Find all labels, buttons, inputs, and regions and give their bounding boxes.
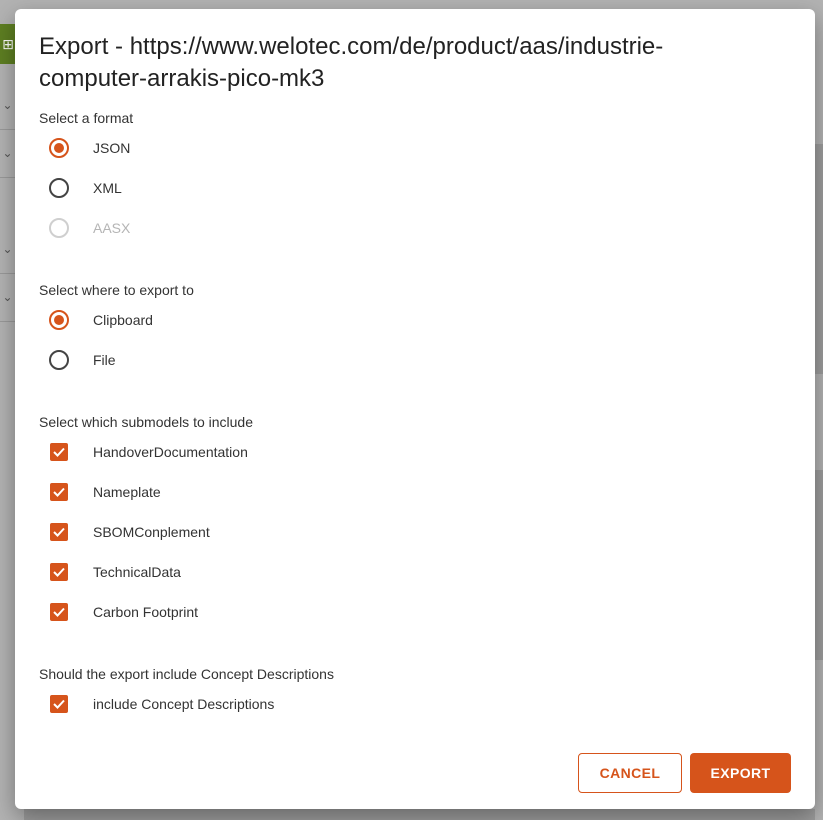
destination-option-label: File (93, 352, 116, 368)
destination-option-clipboard[interactable]: Clipboard (39, 300, 153, 340)
destination-option-file[interactable]: File (39, 340, 116, 380)
include-concepts-label: include Concept Descriptions (93, 696, 275, 712)
format-section-label: Select a format (39, 110, 134, 126)
checkbox[interactable] (50, 523, 68, 541)
submodel-option[interactable]: SBOMConplement (39, 512, 210, 552)
submodel-label: SBOMConplement (93, 524, 210, 540)
export-button[interactable]: EXPORT (690, 753, 791, 793)
radio-button[interactable] (49, 350, 69, 370)
radio-button[interactable] (49, 178, 69, 198)
submodel-option[interactable]: TechnicalData (39, 552, 181, 592)
submodel-option[interactable]: Carbon Footprint (39, 592, 198, 632)
check-icon (53, 527, 65, 537)
destination-option-label: Clipboard (93, 312, 153, 328)
check-icon (53, 567, 65, 577)
check-icon (53, 699, 65, 709)
submodels-section-label: Select which submodels to include (39, 414, 254, 430)
submodel-label: TechnicalData (93, 564, 181, 580)
checkbox[interactable] (50, 443, 68, 461)
background-footer (24, 809, 815, 820)
concepts-section-label: Should the export include Concept Descri… (39, 666, 334, 682)
submodel-label: HandoverDocumentation (93, 444, 248, 460)
format-option-xml[interactable]: XML (39, 168, 122, 208)
format-option-label: XML (93, 180, 122, 196)
check-icon (53, 607, 65, 617)
submodel-option[interactable]: HandoverDocumentation (39, 432, 248, 472)
destination-section-label: Select where to export to (39, 282, 194, 298)
chevron-down-icon: ⌄ (0, 226, 15, 274)
format-option-json[interactable]: JSON (39, 128, 130, 168)
submodel-label: Carbon Footprint (93, 604, 199, 620)
cancel-button[interactable]: CANCEL (578, 753, 682, 793)
submodel-label: Nameplate (93, 484, 161, 500)
background-panel (815, 470, 823, 660)
format-option-aasx: AASX (39, 208, 130, 248)
include-concepts-option[interactable]: include Concept Descriptions (39, 684, 274, 724)
check-icon (53, 447, 65, 457)
checkbox[interactable] (50, 483, 68, 501)
submodel-option[interactable]: Nameplate (39, 472, 161, 512)
checkbox[interactable] (50, 603, 68, 621)
chevron-down-icon: ⌄ (0, 130, 15, 178)
chevron-down-icon: ⌄ (0, 274, 15, 322)
check-icon (53, 487, 65, 497)
dialog-title: Export - https://www.welotec.com/de/prod… (39, 33, 664, 92)
checkbox[interactable] (50, 695, 68, 713)
export-dialog: Export - https://www.welotec.com/de/prod… (15, 9, 815, 809)
radio-button[interactable] (49, 310, 69, 330)
format-option-label: JSON (93, 140, 131, 156)
radio-button[interactable] (49, 138, 69, 158)
checkbox[interactable] (50, 563, 68, 581)
background-panel (815, 144, 823, 374)
radio-button (49, 218, 69, 238)
tree-icon: ⊞ (0, 24, 16, 64)
format-option-label: AASX (93, 220, 131, 236)
chevron-down-icon: ⌄ (0, 82, 15, 130)
